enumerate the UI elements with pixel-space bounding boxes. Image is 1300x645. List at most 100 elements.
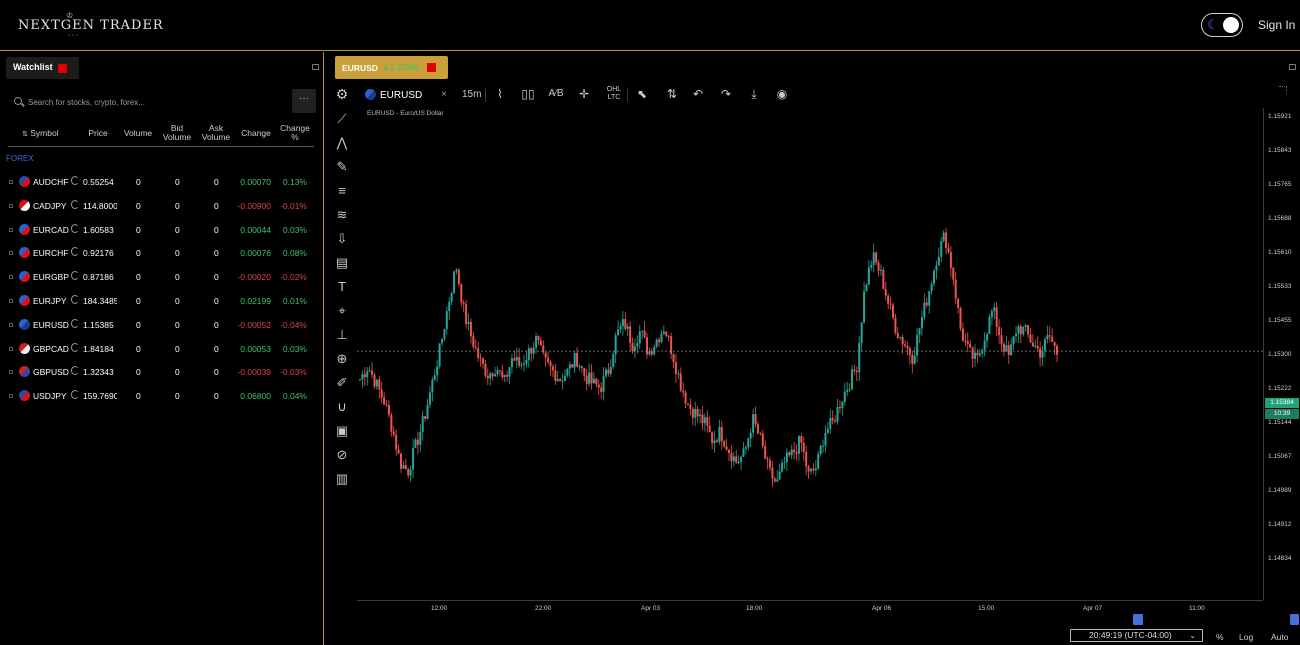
close-square-icon[interactable] — [427, 63, 436, 72]
row-checkbox[interactable] — [9, 394, 13, 399]
row-checkbox[interactable] — [9, 299, 13, 303]
watchlist-row[interactable]: EURCAD 1.60583 0 0 0 0.00044 0.03% — [0, 221, 324, 241]
row-change-pct: -0.03% — [280, 367, 307, 378]
col-volume[interactable]: Volume — [120, 129, 156, 138]
download-icon[interactable]: ⤓ — [745, 86, 763, 102]
watchlist-row[interactable]: EURUSD 1.15385 0 0 0 -0.00052 -0.04% — [0, 316, 324, 336]
watchlist-row[interactable]: AUDCHF 0.55254 0 0 0 0.00070 0.13% — [0, 173, 324, 193]
candle-body — [426, 404, 429, 419]
watchlist-row[interactable]: USDJPY 159.76900 0 0 0 0.06800 0.04% — [0, 387, 324, 407]
candle-body — [387, 404, 390, 415]
brush-icon[interactable]: ✎ — [333, 158, 351, 176]
row-checkbox[interactable] — [9, 203, 13, 208]
search-input[interactable] — [28, 94, 278, 110]
maximize-icon[interactable] — [312, 64, 319, 70]
watchlist-row[interactable]: EURCHF 0.92176 0 0 0 0.00076 0.08% — [0, 244, 324, 264]
zoom-icon[interactable]: ⊕ — [333, 350, 351, 368]
row-checkbox[interactable] — [9, 322, 13, 327]
compare-icon[interactable]: A⁄B — [547, 86, 565, 102]
settings-icon[interactable]: ⚙ — [333, 86, 351, 102]
col-change-pct[interactable]: Change % — [278, 124, 312, 142]
clear-symbol-icon[interactable]: × — [441, 89, 447, 100]
fib-icon[interactable]: ≡ — [333, 182, 351, 200]
sort-arrows-icon[interactable]: ⇅ — [663, 86, 681, 102]
camera-icon[interactable]: ◉ — [773, 86, 791, 102]
row-change-pct: 0.13% — [282, 177, 307, 187]
candle-body — [795, 452, 798, 454]
candle-style-icon[interactable]: ▯▯ — [519, 86, 537, 102]
candle-body — [621, 319, 624, 327]
arrow-down-icon[interactable]: ⇩ — [333, 230, 351, 248]
pattern-icon[interactable]: ⋀ — [333, 134, 351, 152]
timezone-value: 20:49:19 (UTC-04:00) — [1089, 630, 1172, 640]
indicators-icon[interactable]: ⌇ — [491, 86, 509, 102]
watchlist-row[interactable]: GBPUSD 1.32343 0 0 0 -0.00039 -0.03% — [0, 363, 324, 383]
time-scroll-handle[interactable] — [1133, 614, 1143, 625]
interval-selector[interactable]: 15m — [462, 89, 481, 100]
candle-body — [954, 279, 957, 299]
row-checkbox[interactable] — [9, 251, 13, 256]
candle-body — [971, 347, 974, 359]
text-icon[interactable]: T — [333, 278, 351, 296]
row-checkbox[interactable] — [9, 275, 13, 280]
watchlist-row[interactable]: EURJPY 184.34850 0 0 0 0.02199 0.01% — [0, 292, 324, 312]
maximize-icon[interactable] — [1289, 64, 1296, 70]
candle-body — [585, 375, 588, 384]
redo-icon[interactable]: ↷ — [717, 86, 735, 102]
time-axis[interactable]: 12:00 22:00 Apr 03 18:00 Apr 06 15:00 Apr 07 11… — [357, 600, 1263, 614]
candle-body — [766, 458, 769, 461]
price-range-icon[interactable]: ⊥ — [333, 326, 351, 344]
pencil-icon[interactable]: ✐ — [333, 374, 351, 392]
watchlist-row[interactable]: GBPCAD 1.84184 0 0 0 0.00053 0.03% — [0, 340, 324, 360]
row-checkbox[interactable] — [9, 180, 13, 184]
row-checkbox[interactable] — [9, 227, 13, 232]
log-option[interactable]: Log — [1239, 632, 1253, 642]
ruler-icon[interactable]: ⌖ — [333, 302, 351, 320]
close-square-icon[interactable] — [58, 64, 67, 73]
logo[interactable]: ♔ NEXTGEN TRADER ◦◦◦ — [18, 11, 163, 39]
lock-icon[interactable]: ▣ — [333, 422, 351, 440]
more-options-button[interactable]: ··· — [292, 89, 316, 113]
candle-body — [694, 408, 697, 418]
col-change[interactable]: Change — [238, 129, 274, 138]
candle-body — [609, 366, 612, 374]
watchlist-tab[interactable]: Watchlist — [6, 57, 79, 79]
crosshair-icon[interactable]: ✛ — [575, 86, 593, 102]
undo-icon[interactable]: ↶ — [689, 86, 707, 102]
candle-body — [496, 370, 499, 375]
sign-in-link[interactable]: Sign In — [1258, 18, 1295, 32]
price-scroll-handle[interactable] — [1290, 614, 1299, 625]
price-tick-label: 1.15067 — [1268, 453, 1292, 460]
magnet-icon[interactable]: ∪ — [333, 398, 351, 416]
col-ask-volume[interactable]: Ask Volume — [199, 124, 233, 142]
row-checkbox[interactable] — [9, 370, 13, 375]
toolbar-symbol[interactable]: EURUSD — [380, 90, 422, 101]
watchlist-row[interactable]: CADJPY 114.80000 0 0 0 -0.00900 -0.01% — [0, 197, 324, 217]
percent-option[interactable]: % — [1216, 632, 1224, 642]
col-bid-volume[interactable]: Bid Volume — [160, 124, 194, 142]
candle-body — [595, 378, 598, 385]
ohlc-icon[interactable]: OHL LTC — [605, 86, 623, 102]
col-symbol[interactable]: ⇅ Symbol — [22, 129, 68, 139]
candle-body — [646, 337, 648, 355]
chart-plot-area[interactable]: EURUSD - Euro/US Dollar — [357, 108, 1265, 600]
timezone-selector[interactable]: 20:49:19 (UTC-04:00) ⌄ — [1070, 629, 1203, 642]
row-checkbox[interactable] — [9, 346, 13, 351]
col-price[interactable]: Price — [82, 129, 114, 138]
hide-icon[interactable]: ⊘ — [333, 446, 351, 464]
theme-toggle[interactable]: ☾ — [1201, 13, 1243, 37]
trash-icon[interactable]: ▥ — [333, 470, 351, 488]
watchlist-row[interactable]: EURGBP 0.87186 0 0 0 -0.00020 -0.02% — [0, 268, 324, 288]
measure-icon[interactable]: ▤ — [333, 254, 351, 272]
candle-body — [899, 336, 902, 338]
auto-option[interactable]: Auto — [1271, 632, 1289, 642]
symbol-tab[interactable]: EURUSD ▲1.15385 — [335, 56, 448, 79]
axis-settings-icon[interactable] — [1279, 86, 1287, 94]
candle-body — [491, 373, 494, 377]
channel-icon[interactable]: ≋ — [333, 206, 351, 224]
trendline-icon[interactable]: ⟋ — [333, 110, 351, 128]
price-axis[interactable]: 1.15921 1.15843 1.15765 1.15688 1.15610 1.155… — [1263, 108, 1300, 600]
price-tick-label: 1.14834 — [1268, 555, 1292, 562]
cursor-icon[interactable]: ⬉ — [633, 86, 651, 102]
candle-body — [995, 307, 998, 328]
